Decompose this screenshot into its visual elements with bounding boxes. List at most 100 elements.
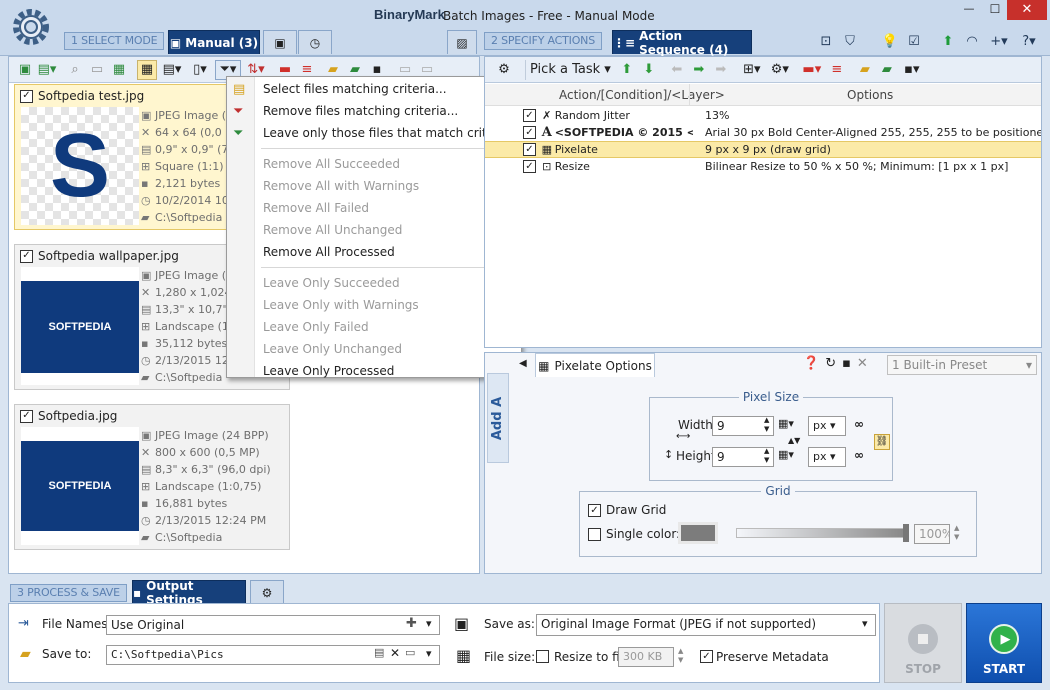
- table-row[interactable]: ✓ ▦ Pixelate 9 px x 9 px (draw grid): [485, 141, 1041, 158]
- delete-preset-icon[interactable]: ✕: [857, 356, 868, 371]
- close-button[interactable]: ✕: [1007, 0, 1047, 20]
- preserve-metadata-checkbox[interactable]: ✓: [700, 650, 713, 663]
- menu-item-leave-warnings[interactable]: Leave Only with Warnings: [227, 294, 521, 316]
- help-dropdown-icon[interactable]: ?▾: [1016, 31, 1042, 51]
- calculator-icon[interactable]: ▦▾: [778, 448, 794, 461]
- upload-arrow-icon[interactable]: ⬆: [938, 31, 958, 51]
- lightbulb-icon[interactable]: 💡: [880, 31, 900, 51]
- menu-item-remove-warnings[interactable]: Remove All with Warnings: [227, 175, 521, 197]
- open-sequence-icon[interactable]: ▰: [855, 60, 875, 80]
- clear-icon[interactable]: ✕: [390, 646, 400, 660]
- table-row[interactable]: ✓ A <SOFTPEDIA © 2015 <... Arial 30 px B…: [485, 124, 1041, 141]
- maximize-button[interactable]: ☐: [984, 2, 1006, 20]
- column-header-options[interactable]: Options: [847, 88, 893, 102]
- resize-stepper[interactable]: ▲ ▼: [678, 647, 683, 665]
- move-down-icon[interactable]: ⬇: [639, 60, 659, 80]
- menu-item-leave-unchanged[interactable]: Leave Only Unchanged: [227, 338, 521, 360]
- tab-image-preview[interactable]: ▨: [447, 30, 477, 54]
- list-item[interactable]: ✓ Softpedia.jpg SOFTPEDIA ▣ JPEG Image (2…: [14, 404, 290, 550]
- tab-output-settings[interactable]: ▪ Output Settings: [132, 579, 246, 607]
- pick-task-button[interactable]: Pick a Task ▾: [525, 59, 615, 80]
- swap-icon[interactable]: ▲▼: [788, 436, 800, 445]
- add-sequence-icon[interactable]: ▰: [877, 60, 897, 80]
- view-mode-icon[interactable]: ▤▾: [159, 60, 185, 80]
- collapse-arrow-icon[interactable]: ◀: [519, 358, 527, 369]
- move-right-icon[interactable]: ➡: [689, 60, 709, 80]
- reset-icon[interactable]: ↻: [825, 356, 836, 371]
- stop-button[interactable]: STOP: [884, 603, 962, 683]
- width-stepper[interactable]: ▲ ▼: [764, 416, 769, 434]
- grid-view-icon[interactable]: ▦: [137, 59, 157, 80]
- tab-manual-mode[interactable]: ▣ Manual (3): [168, 30, 260, 54]
- table-row[interactable]: ✓ ✗ Random Jitter 13%: [485, 107, 1041, 124]
- plus-dropdown-icon[interactable]: +▾: [986, 31, 1012, 51]
- app-menu-gear-icon[interactable]: [10, 6, 52, 48]
- file-checkbox[interactable]: ✓: [20, 249, 33, 263]
- remove-all-actions-icon[interactable]: ≡: [827, 60, 847, 80]
- action-settings-icon[interactable]: ⚙▾: [767, 60, 793, 80]
- find-icon[interactable]: ⌕: [65, 60, 85, 80]
- opacity-slider[interactable]: [736, 528, 906, 538]
- menu-item-remove-succeeded[interactable]: Remove All Succeeded: [227, 153, 521, 175]
- minimize-button[interactable]: —: [958, 2, 980, 20]
- file-names-input[interactable]: Use Original: [106, 615, 440, 635]
- resize-to-fit-checkbox[interactable]: [536, 650, 549, 663]
- shield-icon[interactable]: ⛉: [840, 31, 860, 51]
- menu-item-remove-unchanged[interactable]: Remove All Unchanged: [227, 219, 521, 241]
- scanner-icon[interactable]: ▭: [87, 60, 107, 80]
- tab-camera-mode[interactable]: ▣: [263, 30, 297, 54]
- browse-folder-icon[interactable]: ▤: [374, 646, 384, 659]
- export-icon[interactable]: ▦: [109, 60, 129, 80]
- menu-item-select-matching[interactable]: Select files matching criteria...: [227, 78, 521, 100]
- color-swatch[interactable]: [678, 522, 718, 544]
- single-color-checkbox[interactable]: [588, 528, 601, 541]
- add-action-icon[interactable]: ⊞▾: [739, 60, 765, 80]
- add-action-side-tab[interactable]: Add A: [487, 373, 509, 463]
- opacity-stepper[interactable]: ▲ ▼: [954, 524, 959, 542]
- move-left-icon[interactable]: ⬅: [667, 60, 687, 80]
- remove-action-icon[interactable]: ▬▾: [799, 60, 825, 80]
- console-icon[interactable]: ⊡: [816, 31, 836, 51]
- chevron-down-icon[interactable]: ▾: [862, 617, 868, 630]
- file-checkbox[interactable]: ✓: [20, 409, 33, 423]
- opacity-input[interactable]: 100%: [914, 524, 950, 544]
- menu-item-remove-failed[interactable]: Remove All Failed: [227, 197, 521, 219]
- open-folder-icon[interactable]: ▭: [405, 646, 415, 659]
- file-options-icon[interactable]: ▯▾: [187, 60, 213, 80]
- link-toggle-icon[interactable]: ∞: [854, 448, 864, 462]
- height-unit-select[interactable]: px ▾: [808, 447, 846, 467]
- height-stepper[interactable]: ▲ ▼: [764, 447, 769, 465]
- start-button[interactable]: ▶ START: [966, 603, 1042, 683]
- menu-item-leave-succeeded[interactable]: Leave Only Succeeded: [227, 272, 521, 294]
- column-header-action[interactable]: Action/[Condition]/<Layer>: [559, 88, 725, 102]
- action-checkbox[interactable]: ✓: [523, 143, 536, 156]
- table-row[interactable]: ✓ ⊡ Resize Bilinear Resize to 50 % x 50 …: [485, 158, 1041, 175]
- chevron-down-icon[interactable]: ▾: [426, 647, 432, 660]
- draw-grid-checkbox[interactable]: ✓: [588, 504, 601, 517]
- action-checkbox[interactable]: ✓: [523, 126, 536, 139]
- add-images-icon[interactable]: ▣: [15, 60, 35, 80]
- rss-icon[interactable]: ◠: [962, 31, 982, 51]
- menu-item-leave-processed[interactable]: Leave Only Processed: [227, 360, 521, 382]
- save-as-select[interactable]: Original Image Format (JPEG if not suppo…: [536, 614, 876, 636]
- save-preset-icon[interactable]: ▪: [842, 356, 851, 371]
- add-folder-icon[interactable]: ▤▾: [37, 60, 57, 80]
- resize-to-fit-input[interactable]: 300 KB: [618, 647, 674, 667]
- menu-item-remove-processed[interactable]: Remove All Processed: [227, 241, 521, 263]
- chevron-down-icon[interactable]: ▾: [426, 617, 432, 630]
- menu-item-leave-failed[interactable]: Leave Only Failed: [227, 316, 521, 338]
- tab-timer-mode[interactable]: ◷: [298, 30, 332, 54]
- help-icon[interactable]: ❓: [803, 356, 819, 371]
- move-up-icon[interactable]: ⬆: [617, 60, 637, 80]
- aspect-lock-icon[interactable]: ⛓: [874, 434, 890, 450]
- file-checkbox[interactable]: ✓: [20, 89, 33, 103]
- tab-pixelate-options[interactable]: ▦ Pixelate Options: [535, 353, 655, 377]
- tasks-gear-icon[interactable]: ⚙: [491, 60, 517, 80]
- link-toggle-icon[interactable]: ∞: [854, 417, 864, 431]
- menu-item-remove-matching[interactable]: Remove files matching criteria...: [227, 100, 521, 122]
- opacity-slider-thumb[interactable]: [903, 524, 909, 542]
- width-unit-select[interactable]: px ▾: [808, 416, 846, 436]
- tab-output-advanced[interactable]: ⚙: [250, 580, 284, 604]
- skip-icon[interactable]: ➡: [711, 60, 731, 80]
- save-sequence-icon[interactable]: ▪▾: [899, 60, 925, 80]
